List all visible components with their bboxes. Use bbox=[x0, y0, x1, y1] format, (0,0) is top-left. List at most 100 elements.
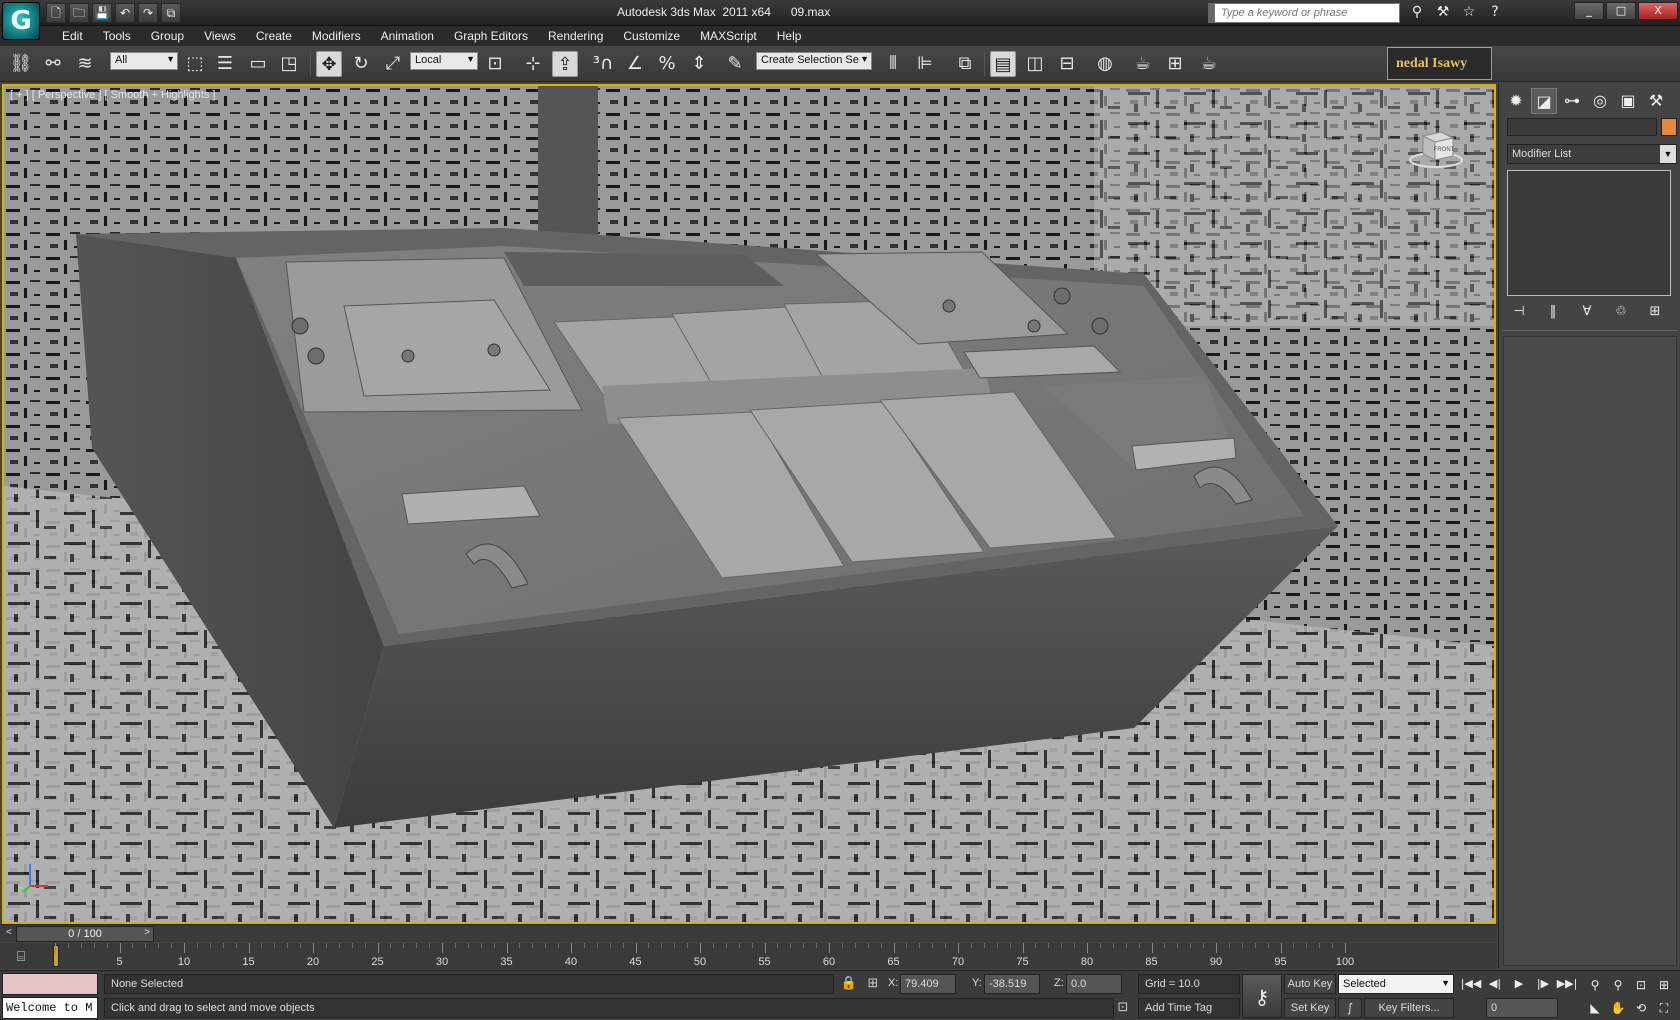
go-to-end-icon[interactable]: ▶▶| bbox=[1556, 974, 1578, 994]
viewcube-icon[interactable]: FRONT bbox=[1409, 126, 1463, 168]
search-icon[interactable]: ⚲ bbox=[1406, 2, 1428, 22]
add-time-tag-icon[interactable]: ⊡ bbox=[1114, 998, 1132, 1018]
perspective-viewport[interactable]: [ + ] [ Perspective ] [ Smooth + Highlig… bbox=[2, 84, 1496, 924]
keyboard-shortcut-override-icon[interactable]: ⇪ bbox=[552, 51, 578, 77]
project-folder-icon[interactable]: ⧉ bbox=[161, 3, 181, 23]
pan-view-icon[interactable]: ✋ bbox=[1607, 997, 1629, 1019]
menu-create[interactable]: Create bbox=[246, 28, 302, 44]
unlink-selection-icon[interactable]: ⚯ bbox=[40, 51, 66, 77]
remove-modifier-icon[interactable]: ♲ bbox=[1611, 302, 1631, 322]
menu-group[interactable]: Group bbox=[141, 28, 194, 44]
spinner-snap-icon[interactable]: ⇕ bbox=[686, 51, 712, 77]
show-end-result-icon[interactable]: ‖ bbox=[1543, 302, 1563, 322]
viewport-label-menu[interactable]: [ + ] [ Perspective ] [ Smooth + Highlig… bbox=[10, 89, 215, 101]
snaps-toggle-icon[interactable]: ³∩ bbox=[590, 51, 616, 77]
close-button[interactable]: X bbox=[1638, 2, 1678, 20]
new-file-icon[interactable]: 🗋 bbox=[46, 3, 66, 23]
play-icon[interactable]: ▶ bbox=[1508, 974, 1530, 994]
pin-stack-icon[interactable]: ⊣ bbox=[1509, 302, 1529, 322]
y-coordinate-field[interactable]: -38.519 bbox=[984, 974, 1040, 994]
lock-selection-icon[interactable]: 🔒 bbox=[840, 974, 858, 994]
menu-views[interactable]: Views bbox=[194, 28, 246, 44]
open-file-icon[interactable]: 🗀 bbox=[69, 3, 89, 23]
maximize-viewport-icon[interactable]: ⛶ bbox=[1653, 997, 1675, 1019]
select-by-name-icon[interactable]: ☰ bbox=[212, 51, 238, 77]
set-keys-key-icon[interactable]: ⚷ bbox=[1242, 974, 1282, 1018]
named-selection-dropdown[interactable]: Create Selection Se ▼ bbox=[756, 52, 872, 70]
select-and-scale-icon[interactable]: ⤢ bbox=[380, 51, 406, 77]
redo-icon[interactable]: ↷ bbox=[138, 3, 158, 23]
field-of-view-icon[interactable]: ◣ bbox=[1584, 997, 1606, 1019]
time-slider-thumb[interactable]: 0 / 100 bbox=[16, 926, 154, 942]
curve-editor-icon[interactable]: ◫ bbox=[1022, 51, 1048, 77]
viewport-scene[interactable] bbox=[4, 86, 1494, 922]
favorites-star-icon[interactable]: ☆ bbox=[1458, 2, 1480, 22]
hierarchy-tab-icon[interactable]: ⊶ bbox=[1559, 88, 1585, 114]
maxscript-mini-listener-output[interactable] bbox=[2, 973, 98, 995]
object-name-field[interactable] bbox=[1507, 118, 1657, 136]
z-coordinate-field[interactable]: 0.0 bbox=[1066, 974, 1122, 994]
menu-customize[interactable]: Customize bbox=[613, 28, 690, 44]
help-icon[interactable]: ? bbox=[1484, 2, 1506, 22]
rectangular-selection-icon[interactable]: ▭ bbox=[245, 51, 271, 77]
zoom-extents-icon[interactable]: ⊡ bbox=[1630, 974, 1652, 996]
subscription-center-icon[interactable]: ⚒ bbox=[1432, 2, 1454, 22]
edit-named-selection-icon[interactable]: ✎ bbox=[722, 51, 748, 77]
menu-help[interactable]: Help bbox=[767, 28, 812, 44]
previous-frame-button[interactable]: < bbox=[2, 926, 16, 940]
zoom-extents-all-icon[interactable]: ⊞ bbox=[1653, 974, 1675, 996]
go-to-start-icon[interactable]: |◀◀ bbox=[1460, 974, 1482, 994]
layer-manager-icon[interactable]: ⧉ bbox=[952, 51, 978, 77]
select-and-link-icon[interactable]: ⛓ bbox=[8, 51, 34, 77]
next-frame-button[interactable]: > bbox=[140, 926, 154, 940]
menu-rendering[interactable]: Rendering bbox=[538, 28, 613, 44]
bind-to-space-warp-icon[interactable]: ≋ bbox=[72, 51, 98, 77]
set-key-button[interactable]: Set Key bbox=[1284, 998, 1336, 1018]
selection-filter-dropdown[interactable]: All ▼ bbox=[110, 52, 178, 70]
previous-frame-icon[interactable]: ◀| bbox=[1484, 974, 1506, 994]
menu-maxscript[interactable]: MAXScript bbox=[690, 28, 767, 44]
select-and-manipulate-icon[interactable]: ⊹ bbox=[520, 51, 546, 77]
modify-tab-icon[interactable]: ◪ bbox=[1531, 88, 1557, 114]
default-tangent-icon[interactable]: ∫ bbox=[1338, 998, 1362, 1018]
current-frame-field[interactable]: 0 bbox=[1486, 998, 1558, 1018]
rendered-frame-window-icon[interactable]: ⊞ bbox=[1162, 51, 1188, 77]
schematic-view-icon[interactable]: ⊟ bbox=[1054, 51, 1080, 77]
select-and-move-icon[interactable]: ✥ bbox=[316, 51, 342, 77]
auto-key-button[interactable]: Auto Key bbox=[1284, 974, 1336, 994]
undo-icon[interactable]: ↶ bbox=[115, 3, 135, 23]
modifier-list-dropdown[interactable]: Modifier List ▼ bbox=[1507, 144, 1677, 164]
add-time-tag-button[interactable]: Add Time Tag bbox=[1138, 998, 1240, 1018]
make-unique-icon[interactable]: ∀ bbox=[1577, 302, 1597, 322]
window-crossing-icon[interactable]: ◳ bbox=[276, 51, 302, 77]
mirror-icon[interactable]: ⫴ bbox=[880, 51, 906, 77]
menu-animation[interactable]: Animation bbox=[371, 28, 444, 44]
minimize-button[interactable]: _ bbox=[1574, 2, 1604, 20]
select-and-rotate-icon[interactable]: ↻ bbox=[348, 51, 374, 77]
display-tab-icon[interactable]: ▣ bbox=[1615, 88, 1641, 114]
maxscript-mini-listener-input[interactable]: Welcome to M bbox=[2, 997, 98, 1019]
percent-snap-icon[interactable]: % bbox=[654, 51, 680, 77]
motion-tab-icon[interactable]: ◎ bbox=[1587, 88, 1613, 114]
x-coordinate-field[interactable]: 79.409 bbox=[900, 974, 956, 994]
key-filters-button[interactable]: Key Filters... bbox=[1364, 998, 1454, 1018]
absolute-mode-icon[interactable]: ⊞ bbox=[864, 974, 882, 994]
next-frame-icon[interactable]: |▶ bbox=[1532, 974, 1554, 994]
select-object-icon[interactable]: ⬚ bbox=[182, 51, 208, 77]
maximize-button[interactable]: □ bbox=[1606, 2, 1636, 20]
menu-modifiers[interactable]: Modifiers bbox=[302, 28, 371, 44]
align-icon[interactable]: ⊫ bbox=[912, 51, 938, 77]
menu-edit[interactable]: Edit bbox=[52, 28, 93, 44]
menu-graph-editors[interactable]: Graph Editors bbox=[444, 28, 538, 44]
pivot-center-icon[interactable]: ⊡ bbox=[482, 51, 508, 77]
zoom-icon[interactable]: ⚲ bbox=[1584, 974, 1606, 996]
render-setup-icon[interactable]: ☕ bbox=[1130, 51, 1156, 77]
angle-snap-icon[interactable]: ∠ bbox=[622, 51, 648, 77]
object-color-swatch[interactable] bbox=[1661, 118, 1677, 136]
graphite-ribbon-icon[interactable]: ▤ bbox=[990, 51, 1016, 77]
time-slider[interactable]: < 0 / 100 > bbox=[0, 924, 1497, 942]
orbit-icon[interactable]: ⟲ bbox=[1630, 997, 1652, 1019]
open-mini-curve-editor-icon[interactable]: ⌸ bbox=[8, 947, 34, 967]
render-production-icon[interactable]: ☕ bbox=[1196, 51, 1222, 77]
utilities-tab-icon[interactable]: ⚒ bbox=[1643, 88, 1669, 114]
